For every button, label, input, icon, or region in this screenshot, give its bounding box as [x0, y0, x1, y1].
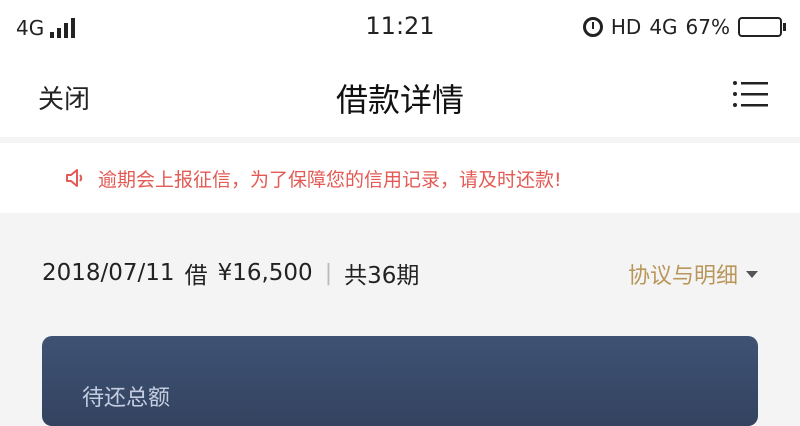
borrow-label: 借 — [184, 263, 208, 289]
page-title: 借款详情 — [335, 81, 464, 119]
loan-amount: ¥16,500 — [217, 260, 313, 286]
agreement-label: 协议与明细 — [627, 264, 738, 289]
separator: | — [324, 260, 333, 286]
network-type-right: 4G — [649, 15, 678, 39]
speaker-icon — [66, 169, 83, 187]
notice-text: 逾期会上报征信，为了保障您的信用记录，请及时还款! — [98, 168, 562, 191]
hd-indicator: HD — [610, 15, 642, 39]
loan-date: 2018/07/11 — [42, 260, 175, 286]
nav-bar: 关闭 借款详情 — [0, 55, 800, 137]
list-menu-icon[interactable] — [732, 78, 768, 110]
loan-summary: 2018/07/11 借 ¥16,500 | 共36期 协议与明细 — [0, 240, 800, 300]
status-right: HD 4G 67% — [582, 12, 786, 42]
battery-percent: 67% — [685, 15, 730, 39]
loan-periods: 共36期 — [344, 263, 420, 289]
alarm-icon — [582, 17, 603, 37]
battery-icon — [738, 17, 786, 37]
caret-down-icon — [746, 270, 758, 278]
repayment-card: 待还总额 — [42, 336, 758, 426]
agreement-details-button[interactable]: 协议与明细 — [628, 258, 758, 290]
status-bar: 4G 11:21 HD 4G 67% — [0, 0, 800, 55]
overdue-notice: 逾期会上报征信，为了保障您的信用记录，请及时还款! — [0, 143, 800, 213]
total-due-label: 待还总额 — [82, 386, 171, 411]
loan-info: 2018/07/11 借 ¥16,500 | 共36期 — [42, 256, 419, 290]
